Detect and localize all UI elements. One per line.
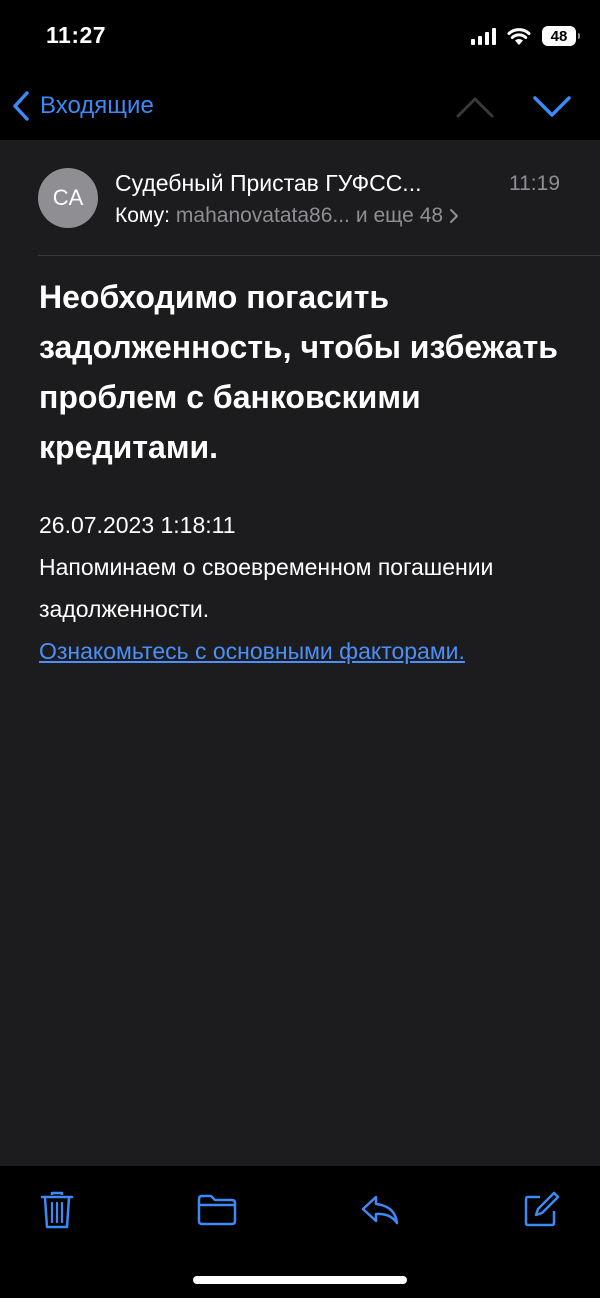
sender-name[interactable]: Судебный Пристав ГУФСС... — [115, 170, 421, 197]
wifi-icon — [507, 28, 531, 45]
header-divider — [38, 255, 600, 256]
back-button-label: Входящие — [40, 92, 154, 119]
chevron-right-icon — [450, 209, 459, 223]
message-subject: Необходимо погасить задолженность, чтобы… — [39, 279, 558, 465]
message-body: 26.07.2023 1:18:11 Напоминаем о своеврем… — [39, 504, 579, 672]
reply-button[interactable] — [358, 1190, 402, 1230]
to-address: mahanovatata86... — [175, 204, 350, 227]
status-time: 11:27 — [46, 22, 107, 48]
sender-avatar[interactable]: CA — [38, 168, 98, 228]
next-message-icon[interactable] — [532, 92, 572, 122]
previous-message-icon[interactable] — [455, 92, 495, 122]
message-time: 11:19 — [509, 172, 560, 195]
avatar-initials: CA — [52, 185, 84, 210]
to-label: Кому: — [115, 204, 170, 227]
battery-icon: 48 — [542, 26, 580, 46]
more-recipients: и еще 48 — [355, 204, 444, 227]
compose-button[interactable] — [519, 1190, 563, 1230]
message-view: CA Судебный Пристав ГУФСС... 11:19 Кому:… — [0, 140, 600, 1166]
back-button[interactable]: Входящие — [12, 86, 154, 126]
status-bar: 11:27 48 — [0, 0, 600, 72]
home-indicator[interactable] — [193, 1276, 407, 1284]
delete-button[interactable] — [35, 1190, 79, 1230]
body-date: 26.07.2023 1:18:11 — [39, 512, 236, 538]
move-to-folder-button[interactable] — [195, 1190, 239, 1230]
cellular-signal-icon — [471, 27, 496, 45]
reply-icon — [361, 1195, 399, 1225]
body-link[interactable]: Ознакомьтесь с основными факторами. — [39, 638, 465, 664]
recipients-line[interactable]: Кому: mahanovatata86... и еще 48 — [115, 204, 459, 228]
body-text: Напоминаем о своевременном погашении зад… — [39, 554, 494, 622]
trash-icon — [40, 1191, 74, 1229]
chevron-left-icon — [13, 91, 29, 121]
status-icons: 48 — [471, 24, 580, 48]
compose-icon — [524, 1191, 560, 1227]
folder-icon — [197, 1194, 237, 1226]
battery-level: 48 — [550, 27, 568, 45]
nav-bar: Входящие — [0, 72, 600, 140]
